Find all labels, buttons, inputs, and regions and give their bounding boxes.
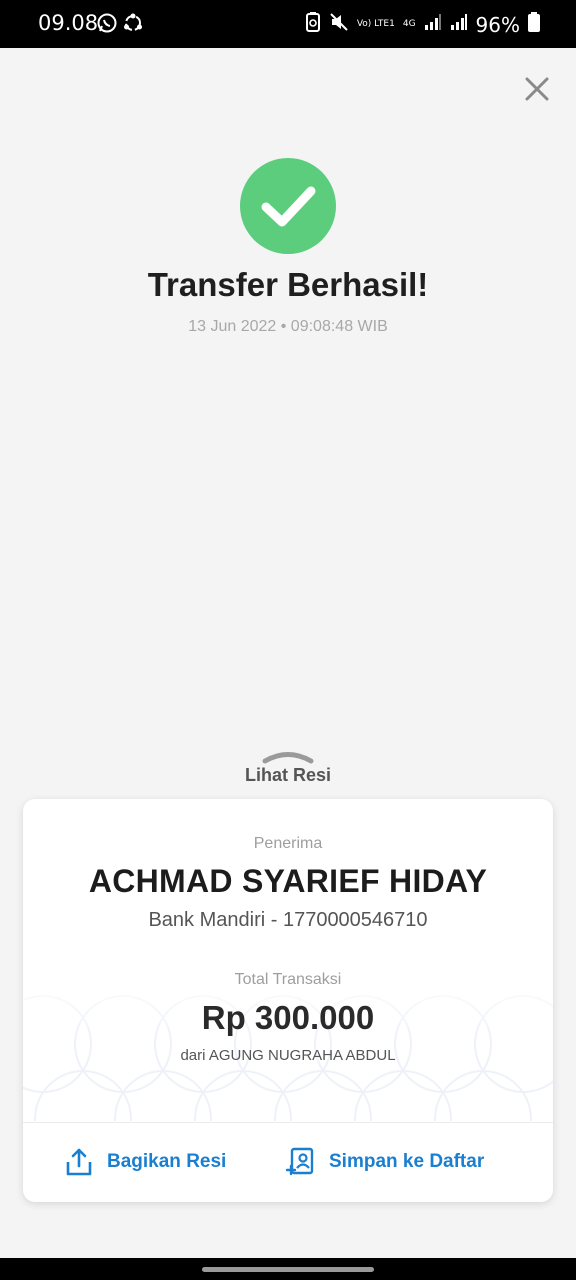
battery-saver-icon <box>305 11 321 38</box>
check-circle-icon <box>240 158 336 254</box>
share-receipt-button[interactable]: Bagikan Resi <box>65 1145 226 1179</box>
page-title: Transfer Berhasil! <box>147 266 429 303</box>
home-gesture-handle[interactable] <box>202 1267 374 1272</box>
share-receipt-label: Bagikan Resi <box>107 1151 227 1172</box>
chevron-up-icon[interactable] <box>262 750 314 764</box>
volte-icon: Vo) LTE1 <box>356 19 395 29</box>
whatsapp-icon <box>96 12 118 39</box>
divider <box>23 1122 553 1123</box>
save-contact-icon <box>285 1147 314 1176</box>
transaction-timestamp: 13 Jun 2022 • 09:08:48 WIB <box>188 318 388 335</box>
mute-icon <box>329 12 349 37</box>
battery-icon <box>528 12 540 37</box>
transaction-amount: Rp 300.000 <box>201 999 375 1036</box>
receipt-card: Penerima ACHMAD SYARIEF HIDAY Bank Mandi… <box>23 799 553 1202</box>
close-icon <box>525 77 549 101</box>
signal-icon <box>424 13 442 36</box>
battery-level: 96% <box>475 12 520 37</box>
sync-icon <box>122 12 144 39</box>
status-bar: 09.08 Vo) LTE1 4G 96% <box>0 0 576 48</box>
close-button[interactable] <box>522 74 552 104</box>
save-to-list-label: Simpan ke Daftar <box>329 1151 485 1172</box>
signal-icon <box>450 13 468 36</box>
recipient-label: Penerima <box>253 835 323 852</box>
save-to-list-button[interactable]: Simpan ke Daftar <box>285 1145 484 1179</box>
network-4g-icon: 4G <box>402 19 416 29</box>
recipient-name: ACHMAD SYARIEF HIDAY <box>88 863 488 899</box>
view-receipt-toggle[interactable]: Lihat Resi <box>0 765 576 786</box>
sender-info: dari AGUNG NUGRAHA ABDUL <box>180 1047 396 1064</box>
status-time: 09.08 <box>38 11 99 35</box>
system-nav-bar <box>0 1258 576 1280</box>
share-icon <box>66 1148 92 1176</box>
total-label: Total Transaksi <box>234 971 342 988</box>
card-background-pattern <box>23 969 553 1121</box>
recipient-bank-info: Bank Mandiri - 1770000546710 <box>148 909 428 931</box>
status-icons: Vo) LTE1 4G 96% <box>305 11 540 38</box>
